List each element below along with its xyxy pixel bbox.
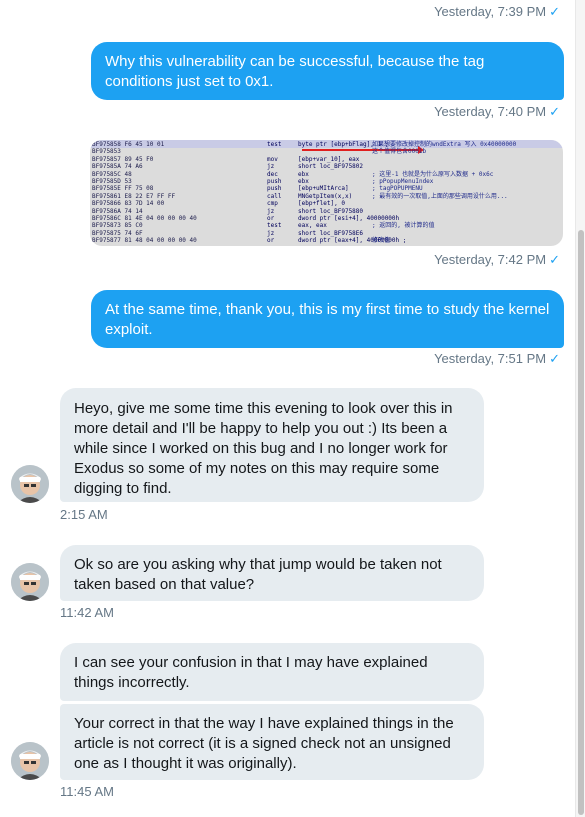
asm-mnemonic: dec [267,170,278,178]
asm-operand: [ebp+uMItArca] [298,185,349,193]
asm-operand: short loc_BF9758E6 [298,229,364,237]
incoming-message[interactable]: I can see your confusion in that I may h… [60,643,484,701]
asm-row: BF975866 83 7D 14 00 cmp [ebp+flet], 0 [90,200,563,207]
person-avatar-icon [11,563,49,601]
asm-operand: dword ptr [eax+4], 40000000h ; [298,237,407,245]
read-check-icon: ✓ [549,252,560,267]
asm-row: BF97585A 74 A6 jz short loc_BF975802 [90,163,563,170]
asm-address: BF975861 E8 22 E7 FF FF [92,192,176,200]
incoming-message[interactable]: Your correct in that the way I have expl… [60,704,484,780]
incoming-message[interactable]: Ok so are you asking why that jump would… [60,545,484,601]
timestamp: 2:15 AM [60,507,108,522]
asm-mnemonic: jz [267,207,275,215]
asm-row: BF97586C 81 4E 04 00 00 00 40 or dword ptr… [90,215,563,222]
asm-row: BF975875 74 6F jz short loc_BF9758E6 [90,230,563,237]
asm-mnemonic: cmp [267,200,278,208]
asm-operand: [ebp+var_10], eax [298,155,360,163]
asm-mnemonic: push [267,178,282,185]
asm-operand: eax, eax [298,222,327,230]
person-avatar-icon [11,742,49,780]
asm-row: BF975873 85 C0 test eax, eax ; 返回的, 被计算的值 [90,222,563,229]
scrollbar-thumb[interactable] [578,230,584,815]
message-text: Why this vulnerability can be successful… [105,53,485,90]
outgoing-message[interactable]: At the same time, thank you, this is my … [91,290,564,348]
asm-operand: ebx [298,170,309,178]
timestamp-text: Yesterday, 7:39 PM [434,4,547,19]
scrollbar[interactable] [575,0,585,817]
asm-row: BF975861 E8 22 E7 FF FF call MNGetpItem(x,… [90,193,563,200]
asm-mnemonic: or [267,215,275,222]
asm-mnemonic: call [267,192,282,200]
asm-operand: short loc_BF975880 [298,207,364,215]
asm-address: BF975873 85 C0 [92,222,143,230]
avatar[interactable] [11,742,49,780]
avatar[interactable] [11,563,49,601]
asm-address: BF97585A 74 A6 [92,163,143,171]
asm-mnemonic: jz [267,163,275,171]
timestamp: Yesterday, 7:39 PM ✓ [434,4,560,20]
asm-comment: ; pPopupMenuIndex [372,178,434,185]
outgoing-message[interactable]: Why this vulnerability can be successful… [91,42,564,100]
disassembly-screenshot-image[interactable]: BF975858 F6 45 10 01 test byte ptr [ebp+bF… [90,140,563,246]
timestamp: Yesterday, 7:40 PM ✓ [434,104,560,120]
asm-address: BF97586A 74 14 [92,207,143,215]
asm-address: BF975866 83 7D 14 00 [92,200,165,208]
asm-row: BF975877 81 48 04 00 00 00 40 or dword ptr… [90,237,563,244]
asm-operand: ebx [298,178,309,185]
asm-row: BF975853 这个值得包含0001b [90,148,563,155]
asm-address: BF97585D 53 [92,178,132,185]
asm-comment: 修改值 [372,237,391,245]
asm-comment: ; 最有效的一次取值,上面的那些调用设什么用... [372,192,508,200]
asm-mnemonic: jz [267,229,275,237]
asm-row: BF97586A 74 14 jz short loc_BF975880 [90,208,563,215]
message-text: At the same time, thank you, this is my … [105,301,550,338]
asm-address: BF97585E FF 75 08 [92,185,154,193]
asm-comment: 这个值得包含0001b [372,148,427,156]
asm-mnemonic: mov [267,155,278,163]
asm-operand: [ebp+flet], 0 [298,200,345,208]
asm-row: BF97585C 48 dec ebx ; 这里-1 也就是为什么原写入数据 + 0x… [90,171,563,178]
asm-operand: short loc_BF975802 [298,163,364,171]
read-check-icon: ✓ [549,351,560,366]
asm-address: BF975877 81 48 04 00 00 00 40 [92,237,197,245]
asm-address: BF975875 74 6F [92,229,143,237]
asm-comment: ; tagPOPUPMENU [372,185,423,193]
incoming-message[interactable]: Heyo, give me some time this evening to … [60,388,484,502]
asm-row: BF975858 F6 45 10 01 test byte ptr [ebp+bF… [90,141,563,148]
asm-address: BF97585C 48 [92,170,132,178]
asm-mnemonic: push [267,185,282,193]
message-text: I can see your confusion in that I may h… [74,654,428,691]
asm-comment: ; 这里-1 也就是为什么原写入数据 + 0x6c [372,170,494,178]
timestamp-text: Yesterday, 7:51 PM [434,351,547,366]
asm-address: BF97586C 81 4E 04 00 00 00 40 [92,215,197,222]
asm-operand: MNGetpItem(x,x) [298,192,353,200]
asm-address: BF975857 89 45 F0 [92,155,154,163]
asm-row: BF97585D 53 push ebx ; pPopupMenuIndex [90,178,563,185]
asm-address: BF975858 F6 45 10 01 [92,141,165,148]
read-check-icon: ✓ [549,4,560,19]
timestamp: Yesterday, 7:51 PM ✓ [434,351,560,367]
timestamp: 11:45 AM [60,784,114,799]
timestamp: 11:42 AM [60,605,114,620]
message-text: Heyo, give me some time this evening to … [74,400,453,497]
asm-mnemonic: or [267,237,275,245]
asm-address: BF975853 [92,148,121,156]
asm-comment: 如果想要修改掉控制的wndExtra 写入 0x40000000 [372,141,517,148]
message-text: Your correct in that the way I have expl… [74,715,454,772]
asm-mnemonic: test [267,141,282,148]
avatar[interactable] [11,465,49,503]
asm-mnemonic: test [267,222,282,230]
asm-comment: ; 返回的, 被计算的值 [372,222,435,230]
message-text: Ok so are you asking why that jump would… [74,556,442,593]
read-check-icon: ✓ [549,104,560,119]
asm-row: BF97585E FF 75 08 push [ebp+uMItArca] ; tag… [90,185,563,192]
person-avatar-icon [11,465,49,503]
timestamp-text: Yesterday, 7:40 PM [434,104,547,119]
asm-operand: dword ptr [esi+4], 40000000h [298,215,400,222]
asm-row: BF975857 89 45 F0 mov [ebp+var_10], eax [90,156,563,163]
timestamp: Yesterday, 7:42 PM ✓ [434,252,560,268]
timestamp-text: Yesterday, 7:42 PM [434,252,547,267]
